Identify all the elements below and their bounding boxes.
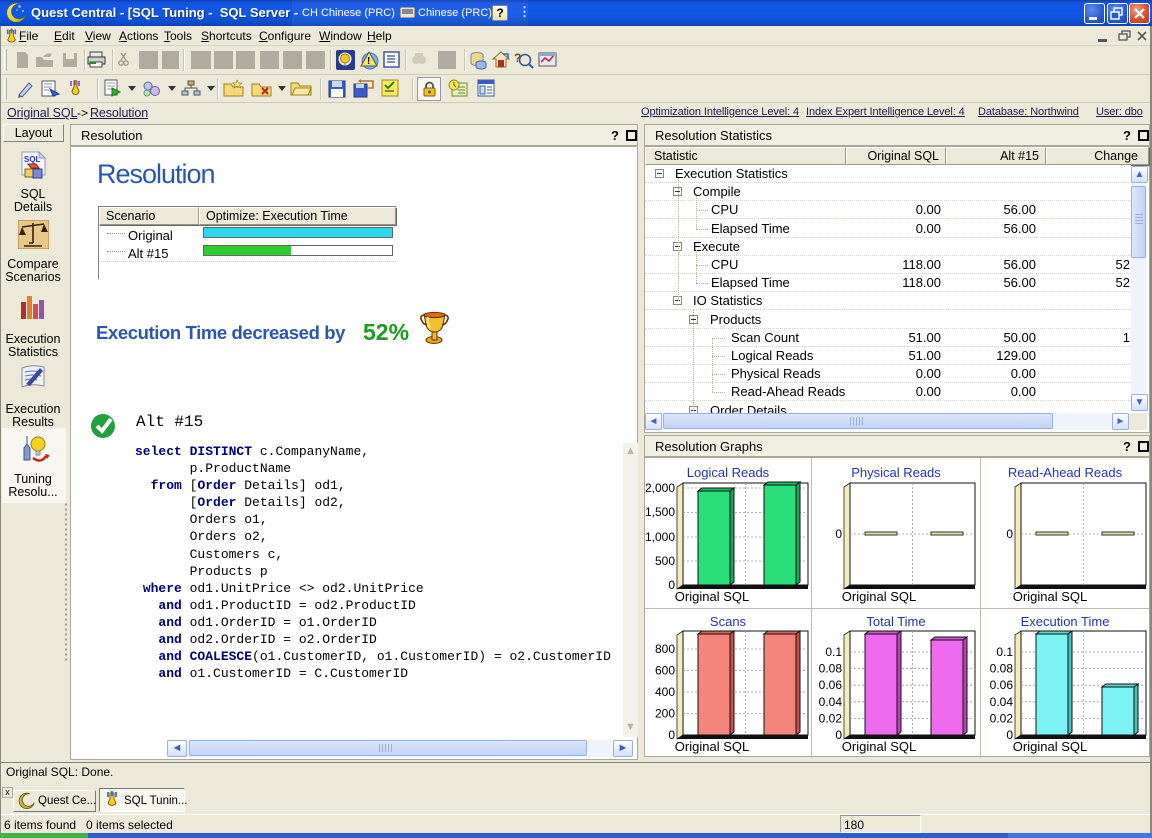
svg-text:!: !	[367, 56, 370, 67]
svg-text:500: 500	[655, 554, 675, 568]
svg-text:0: 0	[835, 527, 842, 541]
svg-text:1,000: 1,000	[645, 530, 675, 544]
svg-text:0.06: 0.06	[819, 678, 843, 692]
svg-text:200: 200	[655, 707, 675, 721]
svg-text:0.02: 0.02	[990, 711, 1014, 725]
svg-text:1,500: 1,500	[645, 505, 675, 519]
svg-text:Original SQL: Original SQL	[1013, 589, 1087, 604]
svg-text:Total Time: Total Time	[866, 614, 925, 629]
svg-text:Original SQL: Original SQL	[842, 739, 916, 754]
svg-text:0.08: 0.08	[819, 662, 843, 676]
svg-text:Original SQL: Original SQL	[842, 589, 916, 604]
svg-text:Logical Reads: Logical Reads	[687, 465, 770, 480]
svg-text:Original SQL: Original SQL	[1013, 739, 1087, 754]
svg-text:Original SQL: Original SQL	[675, 739, 749, 754]
svg-text:Execution Time: Execution Time	[1021, 614, 1110, 629]
svg-text:0.04: 0.04	[819, 695, 843, 709]
svg-text:0.1: 0.1	[996, 645, 1013, 659]
svg-text:2,000: 2,000	[645, 481, 675, 495]
svg-text:SQL: SQL	[24, 155, 41, 164]
svg-text:0.06: 0.06	[990, 678, 1014, 692]
svg-text:Physical Reads: Physical Reads	[851, 465, 941, 480]
svg-text:400: 400	[655, 685, 675, 699]
svg-text:0.08: 0.08	[990, 662, 1014, 676]
svg-text:0.1: 0.1	[825, 645, 842, 659]
svg-text:800: 800	[655, 642, 675, 656]
svg-text:Original SQL: Original SQL	[675, 589, 749, 604]
svg-text:Scans: Scans	[710, 614, 747, 629]
svg-text:600: 600	[655, 664, 675, 678]
svg-text:0.02: 0.02	[819, 711, 843, 725]
svg-text:Read-Ahead Reads: Read-Ahead Reads	[1008, 465, 1123, 480]
svg-text:0: 0	[1006, 527, 1013, 541]
svg-text:0.04: 0.04	[990, 695, 1014, 709]
